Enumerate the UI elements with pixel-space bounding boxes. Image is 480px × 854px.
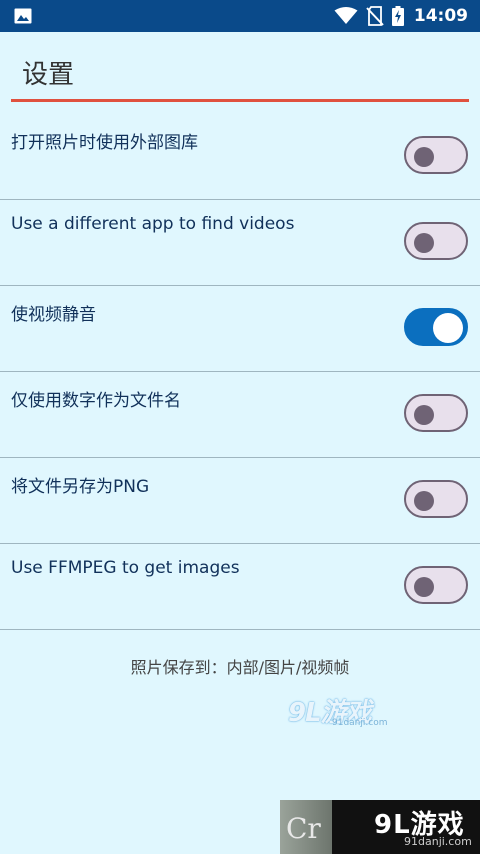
status-time: 14:09 <box>413 6 468 26</box>
wifi-icon <box>334 7 358 24</box>
different-app-videos-switch[interactable] <box>404 222 468 260</box>
mute-video-switch[interactable] <box>404 308 468 346</box>
switch-knob <box>414 233 434 253</box>
ffmpeg-switch[interactable] <box>404 566 468 604</box>
watermark-logo: 9L游戏 91danji.com <box>288 692 388 728</box>
setting-row-different-app-videos[interactable]: Use a different app to find videos <box>0 200 480 286</box>
title-underline <box>11 99 469 102</box>
watermark-sub: 91danji.com <box>332 718 388 728</box>
switch-knob <box>414 147 434 167</box>
setting-row-external-gallery[interactable]: 打开照片时使用外部图库 <box>0 114 480 200</box>
page-title: 设置 <box>22 60 75 90</box>
corner-logo-sub: 91danji.com <box>404 835 472 848</box>
switch-knob <box>414 405 434 425</box>
corner-logo-prefix: Cr <box>286 812 321 845</box>
image-icon <box>14 8 32 24</box>
setting-label: 打开照片时使用外部图库 <box>11 133 198 153</box>
numeric-filenames-switch[interactable] <box>404 394 468 432</box>
setting-label: 使视频静音 <box>11 305 96 325</box>
setting-label: 仅使用数字作为文件名 <box>11 391 181 411</box>
battery-charging-icon <box>391 6 404 26</box>
toolbar: 设置 <box>0 32 480 102</box>
status-right-group: 14:09 <box>334 0 468 32</box>
setting-label: 将文件另存为PNG <box>11 477 150 497</box>
switch-knob <box>414 491 434 511</box>
save-png-switch[interactable] <box>404 480 468 518</box>
no-sim-icon <box>366 6 384 26</box>
setting-row-ffmpeg[interactable]: Use FFMPEG to get images <box>0 544 480 630</box>
switch-knob <box>433 313 463 343</box>
save-location-text: 照片保存到：内部/图片/视频帧 <box>130 658 350 677</box>
corner-logo-badge: Cr <box>280 800 332 854</box>
corner-logo: Cr 9L游戏 91danji.com <box>280 800 480 854</box>
external-gallery-switch[interactable] <box>404 136 468 174</box>
setting-label: Use a different app to find videos <box>11 214 295 234</box>
setting-row-save-png[interactable]: 将文件另存为PNG <box>0 458 480 544</box>
settings-list: 打开照片时使用外部图库 Use a different app to find … <box>0 114 480 630</box>
setting-row-mute-video[interactable]: 使视频静音 <box>0 286 480 372</box>
status-bar: 14:09 <box>0 0 480 32</box>
setting-row-numeric-filenames[interactable]: 仅使用数字作为文件名 <box>0 372 480 458</box>
switch-knob <box>414 577 434 597</box>
setting-label: Use FFMPEG to get images <box>11 558 240 578</box>
